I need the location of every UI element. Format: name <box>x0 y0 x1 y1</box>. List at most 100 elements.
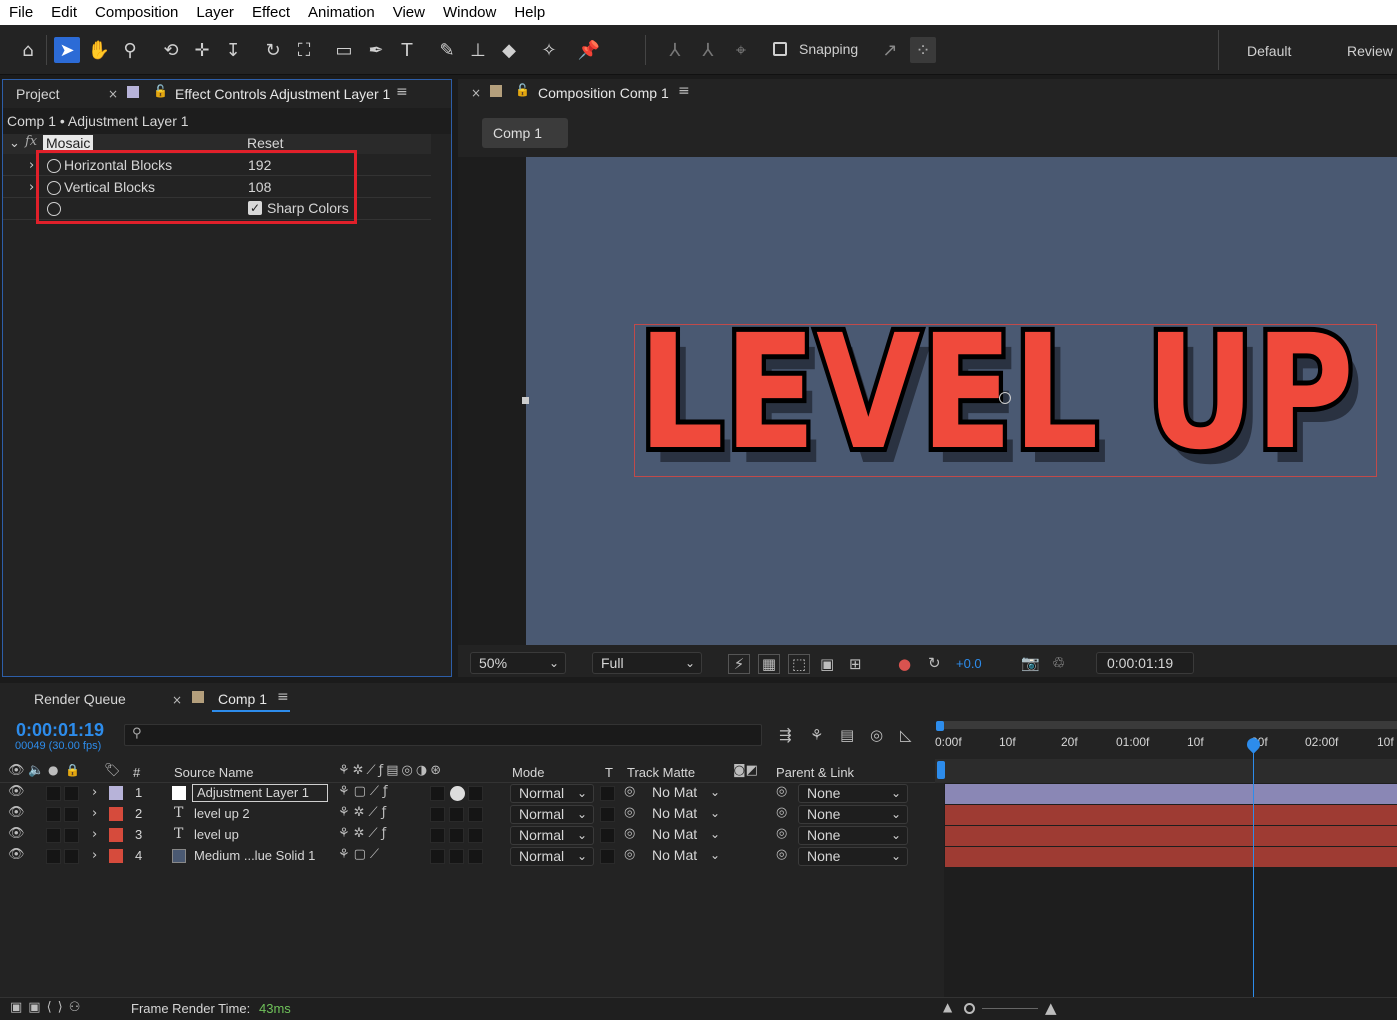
lock-switch[interactable] <box>64 828 79 843</box>
exposure-value[interactable]: +0.0 <box>956 656 982 671</box>
puppet-pin-icon[interactable]: 📌 <box>576 37 602 63</box>
parent-dropdown[interactable]: None ⌄ <box>798 826 908 845</box>
layer-search-input[interactable] <box>124 724 762 746</box>
label-color[interactable] <box>109 849 123 863</box>
preserve-transparency-switch[interactable] <box>600 849 615 864</box>
brush-tool-icon[interactable]: ✎ <box>434 37 460 63</box>
zoom-out-icon[interactable]: ▲ <box>943 1000 952 1014</box>
close-icon[interactable]: × <box>471 86 481 100</box>
mode-dropdown[interactable]: Normal ⌄ <box>510 805 594 824</box>
comp-flow-button[interactable]: Comp 1 <box>482 118 568 148</box>
footer-toggle-icons[interactable]: ▣▣⟨⟩⚇ <box>10 1000 86 1015</box>
close-icon[interactable]: × <box>108 87 118 101</box>
snap-features-icon[interactable]: ⁘ <box>910 37 936 63</box>
lock-switch[interactable] <box>64 786 79 801</box>
pickwhip-icon[interactable]: ◎ <box>624 826 635 841</box>
work-area-bar[interactable] <box>940 721 1397 729</box>
comp-mini-flowchart-icon[interactable]: ⇶ <box>779 726 792 744</box>
solo-switch[interactable] <box>46 849 61 864</box>
eye-icon[interactable]: 👁 <box>8 784 25 799</box>
eraser-tool-icon[interactable]: ◆ <box>496 37 522 63</box>
adjustment-layer-switch-icon[interactable] <box>450 786 465 801</box>
mode-dropdown[interactable]: Normal ⌄ <box>510 784 594 803</box>
local-axis-icon[interactable]: ⅄ <box>662 37 688 63</box>
zoom-in-icon[interactable]: ▲ <box>1045 999 1057 1017</box>
workspace-default[interactable]: Default <box>1247 43 1291 59</box>
grid-guides-icon[interactable]: ⊞ <box>849 655 862 673</box>
snap-edges-icon[interactable]: ↗ <box>877 37 903 63</box>
work-area-start-handle[interactable] <box>936 721 944 731</box>
anchor-point-icon[interactable] <box>999 392 1011 404</box>
switch-box[interactable] <box>449 849 464 864</box>
lock-icon[interactable]: 🔓 <box>515 83 530 97</box>
switch-box[interactable] <box>468 828 483 843</box>
time-ruler[interactable]: 0:00f 10f 20f 01:00f 10f 20f 02:00f 10f <box>935 735 1397 751</box>
clone-stamp-icon[interactable]: ⊥ <box>465 37 491 63</box>
chevron-down-icon[interactable]: ⌄ <box>9 136 20 151</box>
layer-duration-bar[interactable] <box>945 847 1397 867</box>
chevron-right-icon[interactable]: › <box>92 806 97 821</box>
solo-switch[interactable] <box>46 807 61 822</box>
chevron-right-icon[interactable]: › <box>92 827 97 842</box>
eye-icon[interactable]: 👁 <box>8 826 25 841</box>
layer-row[interactable]: 👁 › 2 T level up 2 ⚘✲⟋ƒ Normal ⌄ ◎ No Mat… <box>0 804 935 825</box>
menu-effect[interactable]: Effect <box>243 4 299 21</box>
panel-menu-icon[interactable]: ≡ <box>396 84 408 100</box>
switch-box[interactable] <box>449 828 464 843</box>
menu-view[interactable]: View <box>384 4 434 21</box>
parent-dropdown[interactable]: None ⌄ <box>798 784 908 803</box>
chevron-right-icon[interactable]: › <box>92 785 97 800</box>
type-tool-icon[interactable]: T <box>394 37 420 63</box>
chevron-right-icon[interactable]: › <box>29 180 34 195</box>
menu-composition[interactable]: Composition <box>86 4 187 21</box>
preserve-transparency-switch[interactable] <box>600 828 615 843</box>
region-of-interest-icon[interactable]: ▣ <box>820 655 834 673</box>
zoom-dropdown[interactable]: 50% ⌄ <box>470 652 566 674</box>
viewer-timecode[interactable]: 0:00:01:19 <box>1096 652 1194 674</box>
track-matte-dropdown[interactable]: No Mat ⌄ <box>644 847 726 866</box>
pickwhip-icon[interactable]: ◎ <box>624 847 635 862</box>
lock-switch[interactable] <box>64 849 79 864</box>
rotation-tool-icon[interactable]: ↻ <box>260 37 286 63</box>
layer-switches[interactable]: ⚘✲⟋ƒ <box>338 805 390 820</box>
chevron-right-icon[interactable]: › <box>92 848 97 863</box>
preserve-transparency-switch[interactable] <box>600 786 615 801</box>
menu-file[interactable]: File <box>0 4 42 21</box>
close-icon[interactable]: × <box>172 693 182 707</box>
eye-icon[interactable]: 👁 <box>8 847 25 862</box>
tab-effect-controls[interactable]: Effect Controls Adjustment Layer 1 <box>175 86 390 102</box>
solo-switch[interactable] <box>46 828 61 843</box>
show-snapshot-icon[interactable]: ♲ <box>1052 654 1065 672</box>
menu-layer[interactable]: Layer <box>187 4 243 21</box>
fx-icon[interactable]: fx <box>25 134 37 149</box>
layer-switches[interactable]: ⚘▢⟋ <box>338 847 383 862</box>
layer-row[interactable]: 👁 › 4 Medium ...lue Solid 1 ⚘▢⟋ Normal ⌄ … <box>0 846 935 867</box>
eye-icon[interactable]: 👁 <box>8 805 25 820</box>
comp-canvas[interactable]: LEVEL UP LEVEL UP <box>522 157 1397 645</box>
label-color[interactable] <box>109 807 123 821</box>
column-source-name[interactable]: Source Name <box>174 765 253 780</box>
roto-brush-icon[interactable]: ✧ <box>536 37 562 63</box>
parent-pickwhip-icon[interactable]: ◎ <box>776 805 787 820</box>
layer-switches[interactable]: ⚘▢⟋ƒ <box>338 784 392 799</box>
home-icon[interactable]: ⌂ <box>15 37 41 63</box>
parent-dropdown[interactable]: None ⌄ <box>798 847 908 866</box>
zoom-slider-track[interactable] <box>982 1008 1038 1009</box>
parent-pickwhip-icon[interactable]: ◎ <box>776 847 787 862</box>
switch-box[interactable] <box>468 849 483 864</box>
mode-dropdown[interactable]: Normal ⌄ <box>510 847 594 866</box>
frame-blending-icon[interactable]: ▤ <box>840 726 854 744</box>
layer-name[interactable]: level up <box>194 827 239 842</box>
tab-composition[interactable]: Composition Comp 1 <box>538 85 669 101</box>
layer-duration-bar[interactable] <box>945 826 1397 846</box>
camera-icon[interactable]: 📷 <box>1021 654 1040 672</box>
hand-tool-icon[interactable]: ✋ <box>86 37 112 63</box>
layer-duration-bar[interactable] <box>945 784 1397 804</box>
track-matte-dropdown[interactable]: No Mat ⌄ <box>644 826 726 845</box>
track-matte-dropdown[interactable]: No Mat ⌄ <box>644 784 726 803</box>
parent-pickwhip-icon[interactable]: ◎ <box>776 784 787 799</box>
layer-name[interactable]: Medium ...lue Solid 1 <box>194 848 315 863</box>
pickwhip-icon[interactable]: ◎ <box>624 784 635 799</box>
label-color[interactable] <box>109 828 123 842</box>
switch-box[interactable] <box>468 807 483 822</box>
